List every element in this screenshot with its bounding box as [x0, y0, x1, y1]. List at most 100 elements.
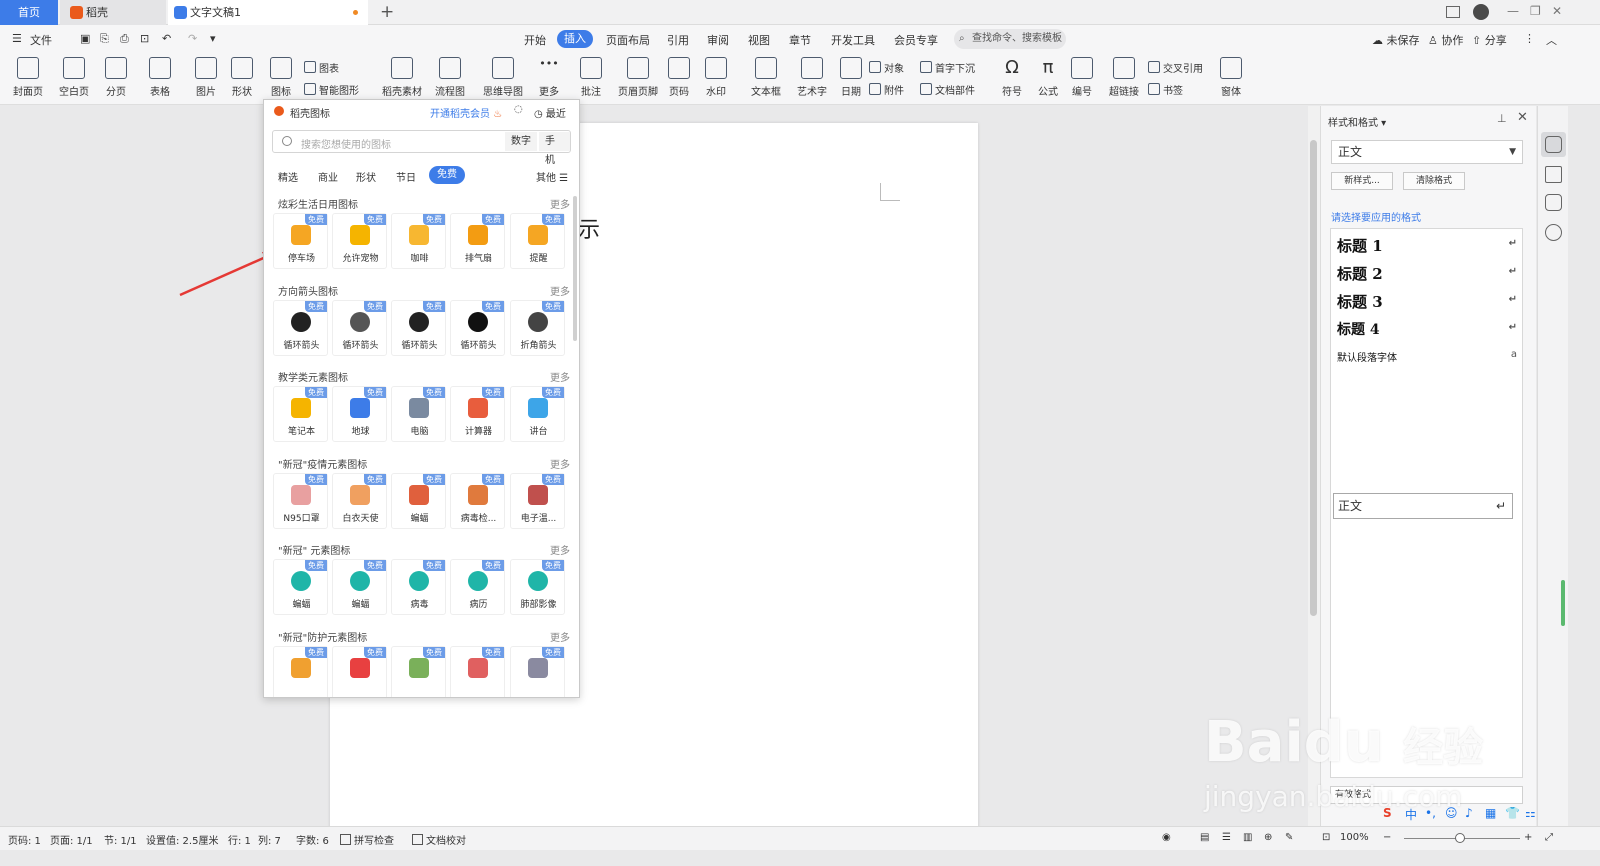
status-page-number[interactable]: 页码: 1	[8, 832, 41, 847]
reading-view-icon[interactable]: ▥	[1243, 832, 1252, 843]
ime-chinese-mode[interactable]: 中	[1405, 806, 1417, 823]
category-free[interactable]: 免费	[429, 166, 465, 184]
ime-punctuation[interactable]: •,	[1425, 806, 1436, 820]
icon-card[interactable]: 免费	[391, 646, 446, 697]
menu-page-layout[interactable]: 页面布局	[606, 32, 650, 48]
category-festival[interactable]: 节日	[396, 169, 416, 184]
spell-check-toggle[interactable]: 拼写检查	[340, 832, 394, 847]
export-icon[interactable]: ⎘	[100, 32, 109, 46]
crossref-button[interactable]: 交叉引用	[1148, 60, 1203, 75]
close-icon[interactable]: ✕	[1552, 4, 1562, 18]
help-icon[interactable]	[1545, 224, 1562, 241]
new-style-button[interactable]: 新样式...	[1331, 172, 1393, 190]
icon-card[interactable]: 免费 停车场	[273, 213, 328, 269]
category-featured[interactable]: 精选	[278, 169, 298, 184]
menu-reference[interactable]: 引用	[667, 32, 689, 48]
save-icon[interactable]: ▣	[80, 32, 90, 45]
bookmark-button[interactable]: 书签	[1148, 82, 1183, 97]
unsaved-status[interactable]: ☁ 未保存	[1372, 32, 1420, 48]
page-number-button[interactable]: 页码	[659, 57, 699, 98]
comment-button[interactable]: 批注	[571, 57, 611, 98]
ime-voice-icon[interactable]: ♪	[1465, 806, 1473, 820]
docpart-button[interactable]: 文档部件	[920, 82, 975, 97]
date-button[interactable]: 日期	[831, 57, 871, 98]
feedback-icon[interactable]: ◌	[514, 104, 523, 115]
shape-button[interactable]: 形状	[222, 57, 262, 98]
collapse-ribbon-icon[interactable]: ︿	[1546, 32, 1557, 48]
icon-card[interactable]: 免费 电子温...	[510, 473, 565, 529]
search-option-number[interactable]: 数字	[505, 132, 537, 151]
tab-home[interactable]: 首页	[0, 0, 58, 25]
style-heading-4[interactable]: 标题 4 ↵	[1337, 319, 1517, 339]
more-link[interactable]: 更多	[550, 196, 570, 211]
form-button[interactable]: 窗体	[1211, 57, 1251, 98]
watermark-button[interactable]: 水印	[696, 57, 736, 98]
document-text[interactable]: 示	[578, 212, 600, 244]
eye-protection-icon[interactable]: ◉	[1162, 832, 1171, 843]
icon-search-input[interactable]: 搜索您想使用的图标 数字 手机	[272, 130, 571, 166]
status-col[interactable]: 列: 7	[258, 832, 281, 847]
menu-insert[interactable]: 插入	[557, 30, 593, 48]
icon-card[interactable]: 免费 蝙蝠	[273, 559, 328, 615]
more-link[interactable]: 更多	[550, 283, 570, 298]
outline-view-icon[interactable]: ☰	[1222, 832, 1231, 843]
table-button[interactable]: 表格	[140, 57, 180, 98]
more-link[interactable]: 更多	[550, 542, 570, 557]
icon-card[interactable]: 免费 提醒	[510, 213, 565, 269]
popup-scrollbar[interactable]	[573, 196, 577, 341]
select-cursor-icon[interactable]	[1545, 166, 1562, 183]
cover-page-button[interactable]: 封面页	[8, 57, 48, 98]
file-menu[interactable]: 文件	[30, 32, 52, 48]
object-button[interactable]: 对象	[869, 60, 904, 75]
write-mode-icon[interactable]: ✎	[1285, 832, 1293, 843]
header-footer-button[interactable]: 页眉页脚	[616, 57, 660, 98]
more-link[interactable]: 更多	[550, 629, 570, 644]
icon-card[interactable]: 免费	[273, 646, 328, 697]
menu-review[interactable]: 审阅	[707, 32, 729, 48]
clear-format-button[interactable]: 清除格式	[1403, 172, 1465, 190]
zoom-level[interactable]: 100%	[1340, 832, 1369, 843]
adjust-icon[interactable]	[1545, 194, 1562, 211]
customize-icon[interactable]: ▾	[210, 32, 216, 45]
icon-card[interactable]: 免费 病毒检...	[450, 473, 505, 529]
sogou-logo-icon[interactable]: S	[1383, 806, 1392, 820]
tab-document[interactable]: 文字文稿1	[168, 0, 368, 25]
ime-tools-icon[interactable]: ⚏	[1525, 806, 1536, 820]
blank-page-button[interactable]: 空白页	[54, 57, 94, 98]
recent-button[interactable]: ◷ 最近	[534, 105, 566, 120]
doc-proof-toggle[interactable]: 文档校对	[412, 832, 466, 847]
status-word-count[interactable]: 字数: 6	[296, 832, 329, 847]
ime-emoji-icon[interactable]: ☺	[1445, 806, 1458, 820]
current-style-select[interactable]: 正文 ▼	[1331, 140, 1523, 164]
icon-card[interactable]: 免费 电脑	[391, 386, 446, 442]
category-business[interactable]: 商业	[318, 169, 338, 184]
more-link[interactable]: 更多	[550, 369, 570, 384]
daoke-material-button[interactable]: 稻壳素材	[380, 57, 424, 98]
icon-card[interactable]: 免费 讲台	[510, 386, 565, 442]
icon-card[interactable]: 免费	[332, 646, 387, 697]
numbering-button[interactable]: 编号	[1062, 57, 1102, 98]
page-break-button[interactable]: 分页	[96, 57, 136, 98]
icon-card[interactable]: 免费 排气扇	[450, 213, 505, 269]
vip-link[interactable]: 开通稻壳会员 ♨	[430, 105, 502, 120]
zoom-out-icon[interactable]: −	[1383, 832, 1391, 843]
status-section[interactable]: 节: 1/1	[104, 832, 137, 847]
avatar[interactable]	[1473, 4, 1489, 20]
icon-card[interactable]: 免费 循环箭头	[391, 300, 446, 356]
menu-dev-tools[interactable]: 开发工具	[831, 32, 875, 48]
icon-card[interactable]: 免费 笔记本	[273, 386, 328, 442]
command-search[interactable]: ⌕ 查找命令、搜索模板	[954, 29, 1066, 49]
vertical-scrollbar[interactable]	[1308, 106, 1320, 826]
new-tab-button[interactable]: +	[380, 2, 394, 22]
icon-card[interactable]: 免费 肺部影像	[510, 559, 565, 615]
layout-toggle-icon[interactable]	[1446, 6, 1460, 18]
chart-button[interactable]: 图表	[304, 60, 339, 75]
icon-card[interactable]: 免费 允许宠物	[332, 213, 387, 269]
ime-skin-icon[interactable]: 👕	[1505, 806, 1520, 820]
style-heading-1[interactable]: 标题 1 ↵	[1337, 235, 1517, 256]
icon-card[interactable]: 免费 病历	[450, 559, 505, 615]
zoom-in-icon[interactable]: +	[1524, 832, 1532, 843]
picture-button[interactable]: 图片	[186, 57, 226, 98]
restore-icon[interactable]: ❐	[1530, 4, 1541, 18]
status-pages[interactable]: 页面: 1/1	[50, 832, 93, 847]
